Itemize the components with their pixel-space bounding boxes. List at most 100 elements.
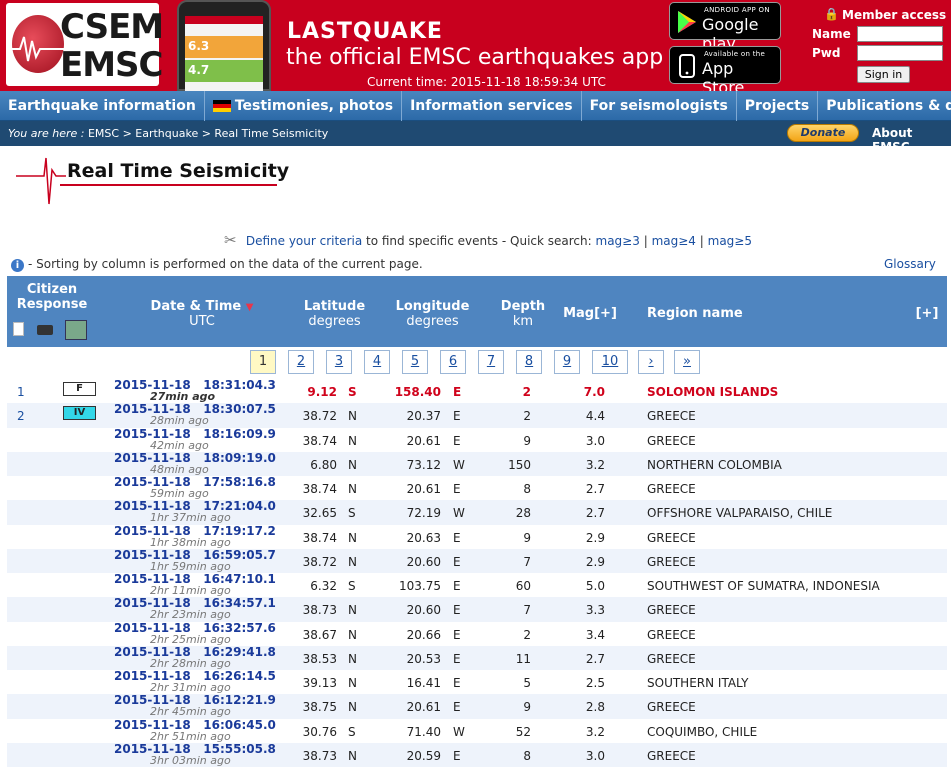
page-3[interactable]: 3	[326, 350, 352, 374]
col-magnitude[interactable]: Mag[+]	[560, 306, 620, 321]
table-row[interactable]: 2015-11-18 16:32:57.6 2hr 25min ago 38.67 N…	[7, 621, 947, 646]
app-subtitle[interactable]: the official EMSC earthquakes app	[286, 45, 663, 70]
col-depth[interactable]: Depth km	[493, 299, 553, 329]
app-store-button[interactable]: Available on the App Store	[669, 46, 781, 91]
sign-in-button[interactable]: Sign in	[857, 66, 910, 83]
table-row[interactable]: 2015-11-18 17:19:17.2 1hr 38min ago 38.74 N…	[7, 524, 947, 549]
event-index[interactable]: 1	[17, 385, 25, 399]
event-lat-hemisphere: S	[348, 385, 357, 399]
page-10[interactable]: 10	[592, 350, 628, 374]
col-latitude[interactable]: Latitude degrees	[287, 299, 382, 329]
sorting-info-text: - Sorting by column is performed on the …	[28, 257, 423, 271]
col-longitude-unit: degrees	[406, 314, 459, 329]
quick-search-mag5[interactable]: mag≥5	[708, 234, 752, 248]
table-row[interactable]: 2015-11-18 17:58:16.8 59min ago 38.74 N 20.6…	[7, 475, 947, 500]
nav-label: Information services	[410, 98, 573, 114]
app-phone-image[interactable]: 6.3 4.7	[177, 0, 271, 91]
page-1[interactable]: 1	[250, 350, 276, 374]
table-row[interactable]: 2015-11-18 18:16:09.9 42min ago 38.74 N 20.6…	[7, 427, 947, 452]
event-latitude: 38.73	[302, 603, 337, 618]
table-row[interactable]: 2015-11-18 16:47:10.1 2hr 11min ago 6.32 S 1…	[7, 572, 947, 597]
intensity-badge[interactable]: IV	[63, 406, 96, 421]
expand-columns-button[interactable]: [+]	[912, 306, 942, 321]
event-depth: 60	[515, 579, 531, 593]
event-depth: 2	[523, 627, 531, 642]
event-depth: 9	[523, 433, 531, 448]
sorting-info: i - Sorting by column is performed on the…	[11, 257, 423, 272]
table-row[interactable]: 2015-11-18 16:59:05.7 1hr 59min ago 38.72 N…	[7, 548, 947, 573]
page-8[interactable]: 8	[516, 350, 542, 374]
quick-search-mag3[interactable]: mag≥3	[596, 234, 640, 248]
map-icon[interactable]	[65, 320, 87, 340]
table-row[interactable]: 2015-11-18 18:09:19.0 48min ago 6.80 N 73.12…	[7, 451, 947, 476]
event-lon-hemisphere: E	[453, 651, 461, 666]
page-2[interactable]: 2	[288, 350, 314, 374]
event-region: GREECE	[647, 433, 696, 448]
nav-earthquake-information[interactable]: Earthquake information	[0, 91, 205, 121]
camera-icon[interactable]	[37, 325, 53, 335]
nav-publications-docs[interactable]: Publications & docs	[818, 91, 951, 121]
col-response-label: Response	[16, 297, 88, 312]
emsc-logo[interactable]: CSEM EMSC	[6, 3, 164, 86]
criteria-line: ✂ Define your criteria to find specific …	[224, 231, 752, 249]
col-longitude[interactable]: Longitude degrees	[385, 299, 480, 329]
event-lat-hemisphere: N	[348, 700, 357, 715]
event-depth: 2	[523, 409, 531, 424]
next-page-button[interactable]: ›	[638, 350, 664, 374]
name-input[interactable]	[857, 26, 943, 42]
name-label: Name	[812, 27, 851, 41]
page-6[interactable]: 6	[440, 350, 466, 374]
table-row[interactable]: 2015-11-18 15:55:05.8 3hr 03min ago 38.73 N…	[7, 742, 947, 767]
event-longitude: 71.40	[406, 724, 441, 739]
event-lon-hemisphere: W	[453, 457, 465, 472]
table-row[interactable]: 2015-11-18 16:12:21.9 2hr 45min ago 38.75 N…	[7, 693, 947, 719]
event-latitude: 30.76	[302, 724, 337, 739]
event-latitude: 38.72	[302, 554, 337, 569]
event-magnitude: 2.7	[585, 506, 605, 521]
last-page-button[interactable]: »	[674, 350, 700, 374]
page-4[interactable]: 4	[364, 350, 390, 374]
page-9[interactable]: 9	[554, 350, 580, 374]
event-latitude: 6.80	[310, 457, 337, 472]
event-depth: 52	[515, 724, 531, 739]
nav-for-seismologists[interactable]: For seismologists	[582, 91, 737, 121]
glossary-link[interactable]: Glossary	[884, 257, 936, 271]
nav-projects[interactable]: Projects	[737, 91, 819, 121]
table-row[interactable]: 2015-11-18 16:26:14.5 2hr 31min ago 39.13 N…	[7, 669, 947, 694]
table-row[interactable]: 1 2015-11-18 18:31:04.3 27min ago 9.12 S 158.…	[7, 378, 947, 403]
nav-testimonies-photos[interactable]: Testimonies, photos	[205, 91, 403, 121]
password-input[interactable]	[857, 45, 943, 61]
quick-search-mag4[interactable]: mag≥4	[652, 234, 696, 248]
google-play-button[interactable]: ANDROID APP ON Google play	[669, 2, 781, 53]
table-row[interactable]: 2015-11-18 16:06:45.0 2hr 51min ago 30.76 S…	[7, 718, 947, 743]
define-criteria-link[interactable]: Define your criteria	[246, 234, 362, 248]
event-region: SOUTHERN ITALY	[647, 676, 749, 690]
app-title[interactable]: LASTQUAKE	[287, 19, 443, 44]
about-emsc-link[interactable]: About EMSC	[872, 126, 951, 154]
logo-emsc-text: EMSC	[60, 45, 163, 85]
breadcrumb-path[interactable]: EMSC > Earthquake > Real Time Seismicity	[88, 127, 328, 140]
event-index[interactable]: 2	[17, 409, 25, 423]
col-magnitude-label: Mag[+]	[563, 306, 617, 321]
table-row[interactable]: 2015-11-18 16:34:57.1 2hr 23min ago 38.73 N…	[7, 596, 947, 622]
col-citizen-label: Citizen	[26, 282, 78, 297]
event-region: GREECE	[647, 651, 696, 666]
intensity-badge[interactable]: F	[63, 382, 96, 396]
page-5[interactable]: 5	[402, 350, 428, 374]
donate-button[interactable]: Donate	[787, 124, 859, 142]
page-7[interactable]: 7	[478, 350, 504, 374]
event-region: GREECE	[647, 748, 696, 763]
event-region: SOUTHWEST OF SUMATRA, INDONESIA	[647, 579, 880, 593]
event-depth: 8	[523, 748, 531, 763]
event-lon-hemisphere: E	[453, 579, 461, 593]
col-datetime[interactable]: Date & Time ▼ UTC	[132, 299, 272, 329]
document-icon[interactable]	[13, 322, 24, 336]
info-icon: i	[11, 259, 24, 272]
table-row[interactable]: 2015-11-18 17:21:04.0 1hr 37min ago 32.65 S…	[7, 499, 947, 525]
table-row[interactable]: 2 2015-11-18 18:30:07.5 28min ago 38.72 N 20.…	[7, 402, 947, 428]
event-depth: 7	[523, 554, 531, 569]
col-region[interactable]: Region name	[647, 306, 747, 321]
sort-desc-icon: ▼	[245, 302, 254, 313]
nav-information-services[interactable]: Information services	[402, 91, 582, 121]
table-row[interactable]: 2015-11-18 16:29:41.8 2hr 28min ago 38.53 N…	[7, 645, 947, 670]
